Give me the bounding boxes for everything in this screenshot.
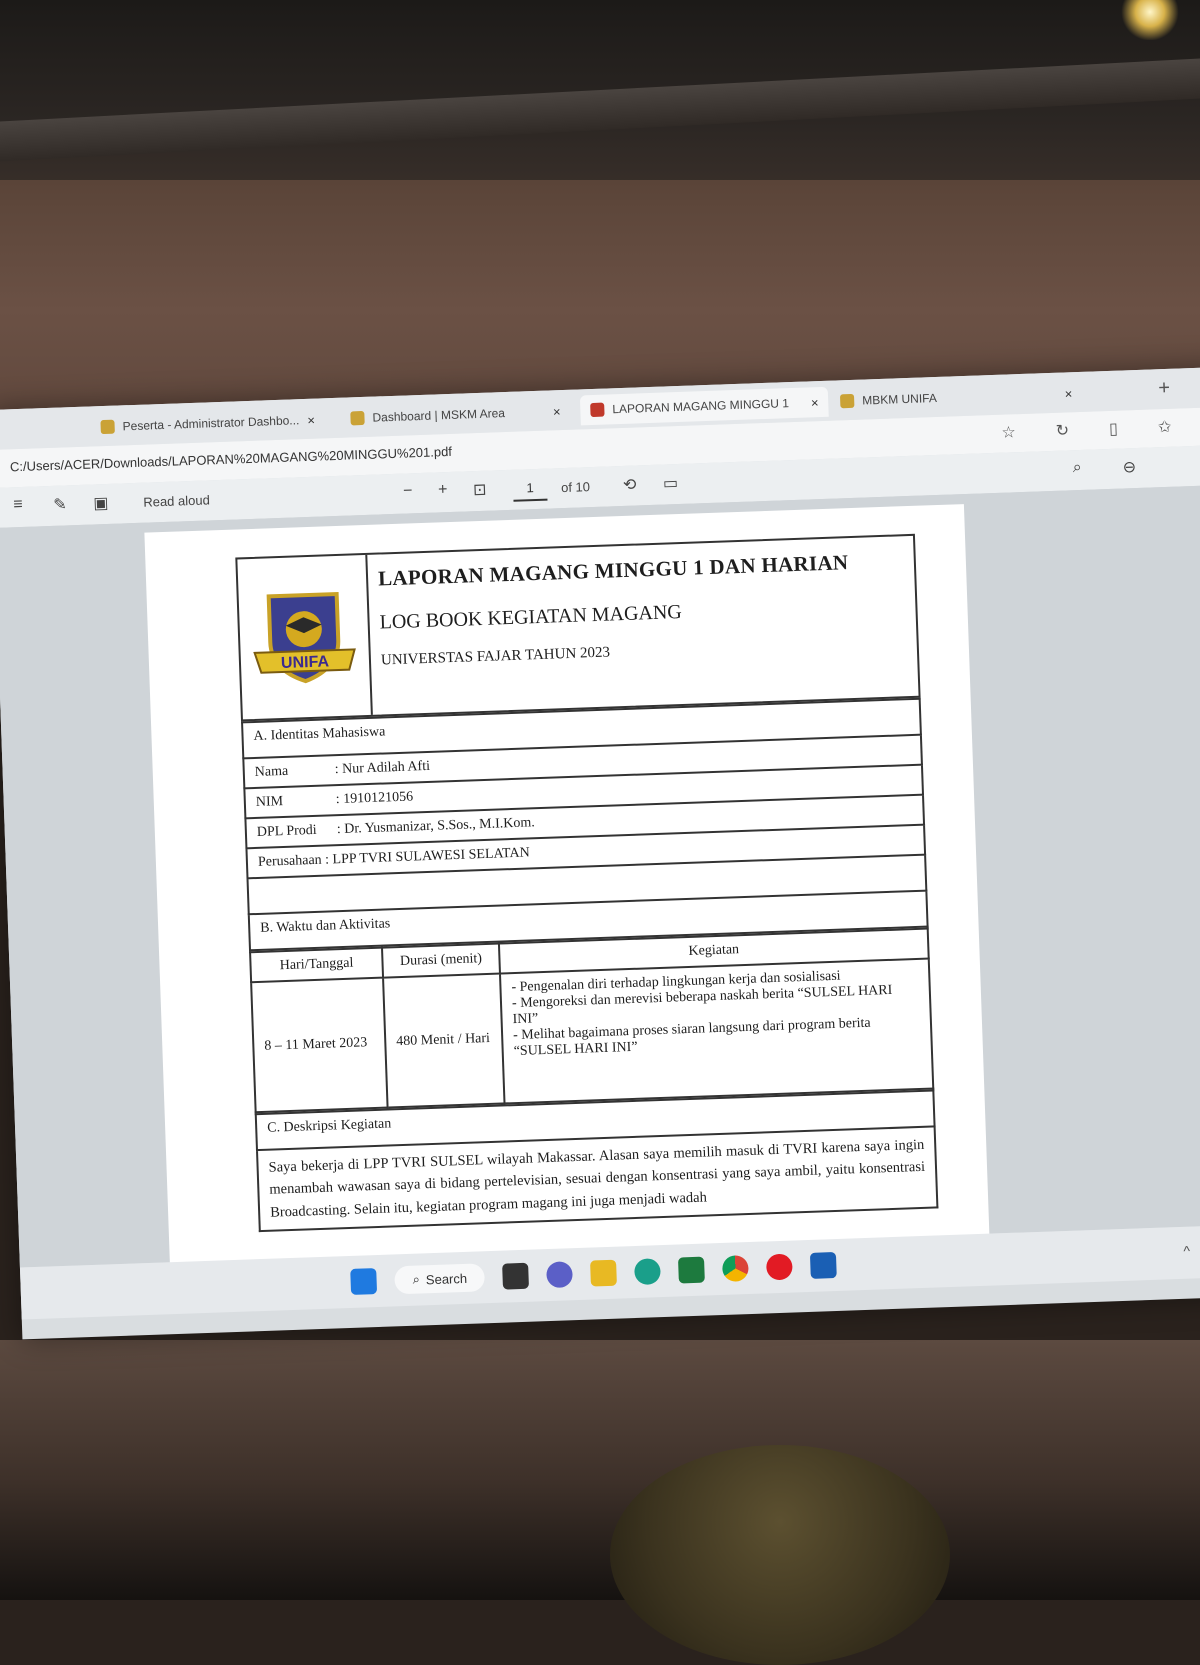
pdf-viewer[interactable]: UNIFA LAPORAN MAGANG MINGGU 1 DAN HARIAN… [0, 484, 1200, 1273]
pdf-icon [590, 402, 605, 418]
site-favicon-icon [100, 419, 115, 435]
tab-label: MBKM UNIFA [861, 390, 938, 408]
zoom-in-button[interactable]: + [438, 481, 448, 499]
page-total: of 10 [560, 479, 591, 496]
description-table: C. Deskripsi Kegiatan Saya bekerja di LP… [255, 1089, 939, 1232]
document-subtitle: LOG BOOK KEGIATAN MAGANG [379, 600, 683, 634]
audience-head [610, 1445, 950, 1665]
title-cell: LAPORAN MAGANG MINGGU 1 DAN HARIAN LOG B… [367, 536, 918, 715]
teams-chat-icon[interactable] [546, 1261, 574, 1289]
close-icon[interactable]: × [811, 395, 819, 410]
system-tray-chevron-icon[interactable]: ^ [1183, 1243, 1190, 1259]
page-number-input[interactable]: 1 [512, 476, 548, 502]
identity-table: A. Identitas Mahasiswa Nama: Nur Adilah … [241, 698, 929, 952]
read-aloud-button[interactable]: Read aloud [143, 492, 210, 509]
col-hari-tanggal: Hari/Tanggal [250, 947, 384, 983]
reading-view-icon[interactable]: ▯ [1109, 419, 1119, 439]
logo-text: UNIFA [281, 653, 330, 672]
address-input[interactable]: C:/Users/ACER/Downloads/LAPORAN%20MAGANG… [10, 444, 452, 474]
tab-label: Dashboard | MSKM Area [372, 406, 506, 425]
unifa-logo: UNIFA [253, 591, 356, 684]
logo-cell: UNIFA [237, 554, 373, 720]
document-title: LAPORAN MAGANG MINGGU 1 DAN HARIAN [377, 550, 849, 591]
word-icon[interactable] [810, 1251, 838, 1279]
nama-value: : Nur Adilah Afti [334, 758, 431, 778]
dpl-label: DPL Prodi [256, 822, 317, 840]
fit-page-icon[interactable]: ⊡ [473, 480, 487, 500]
cell-hari-tanggal: 8 – 11 Maret 2023 [251, 977, 388, 1113]
tab-mskm-dashboard[interactable]: Dashboard | MSKM Area × [340, 396, 571, 434]
log-book-document: UNIFA LAPORAN MAGANG MINGGU 1 DAN HARIAN… [235, 533, 939, 1233]
new-tab-button[interactable]: + [1158, 377, 1170, 400]
edge-browser-icon[interactable] [634, 1258, 662, 1286]
search-icon[interactable]: ⌕ [1072, 459, 1082, 477]
taskbar-icons: ⌕ Search [350, 1251, 838, 1296]
nim-value: : 1910121056 [335, 789, 414, 808]
pdf-page: UNIFA LAPORAN MAGANG MINGGU 1 DAN HARIAN… [144, 504, 990, 1273]
file-explorer-icon[interactable] [590, 1259, 618, 1287]
opera-icon[interactable] [766, 1253, 794, 1281]
favorite-star-icon[interactable]: ☆ [1001, 422, 1016, 442]
address-bar-icons: ☆ ↻ ▯ ✩ [1001, 417, 1172, 443]
save-icon[interactable]: ⊖ [1122, 457, 1136, 477]
page-view-icon[interactable]: ▭ [663, 473, 679, 494]
menu-icon[interactable]: ≡ [13, 496, 23, 514]
close-icon[interactable]: × [1064, 386, 1072, 401]
search-icon: ⌕ [412, 1271, 421, 1287]
chrome-icon[interactable] [722, 1255, 750, 1282]
add-text-icon[interactable]: ▣ [93, 493, 109, 514]
nama-label: Nama [254, 763, 289, 780]
cell-kegiatan: - Pengenalan diri terhadap lingkungan ke… [499, 958, 934, 1104]
tab-mbkm-unifa[interactable]: MBKM UNIFA × [830, 378, 1083, 417]
tab-admin-dashboard[interactable]: Peserta - Administrator Dashbo... × [90, 404, 325, 442]
nim-label: NIM [255, 794, 284, 810]
cell-durasi: 480 Menit / Hari [383, 973, 505, 1108]
search-label: Search [425, 1270, 468, 1287]
tab-label: Peserta - Administrator Dashbo... [122, 413, 300, 434]
activity-table: Hari/Tanggal Durasi (menit) Kegiatan 8 –… [249, 928, 934, 1114]
document-header: UNIFA LAPORAN MAGANG MINGGU 1 DAN HARIAN… [235, 533, 921, 722]
collections-icon[interactable]: ✩ [1158, 417, 1172, 437]
zoom-out-button[interactable]: − [403, 482, 413, 500]
close-icon[interactable]: × [553, 404, 561, 419]
tab-laporan-pdf[interactable]: LAPORAN MAGANG MINGGU 1 × [579, 386, 830, 426]
close-icon[interactable]: × [307, 412, 315, 427]
tab-label: LAPORAN MAGANG MINGGU 1 [612, 396, 790, 417]
excel-icon[interactable] [678, 1256, 706, 1284]
start-menu-icon[interactable] [350, 1268, 378, 1295]
task-view-icon[interactable] [502, 1262, 530, 1290]
rotate-icon[interactable]: ⟲ [623, 474, 637, 494]
site-favicon-icon [839, 393, 855, 409]
projected-screen: Peserta - Administrator Dashbo... × Dash… [0, 366, 1200, 1340]
document-institution: UNIVERSTAS FAJAR TAHUN 2023 [380, 644, 611, 669]
ceiling-lamp [1120, 0, 1180, 40]
refresh-icon[interactable]: ↻ [1055, 420, 1069, 440]
col-durasi: Durasi (menit) [382, 943, 500, 978]
site-favicon-icon [350, 410, 365, 426]
highlight-icon[interactable]: ✎ [53, 494, 67, 514]
taskbar-search[interactable]: ⌕ Search [394, 1263, 486, 1295]
floor [0, 1340, 1200, 1600]
dpl-value: : Dr. Yusmanizar, S.Sos., M.I.Kom. [336, 815, 536, 838]
